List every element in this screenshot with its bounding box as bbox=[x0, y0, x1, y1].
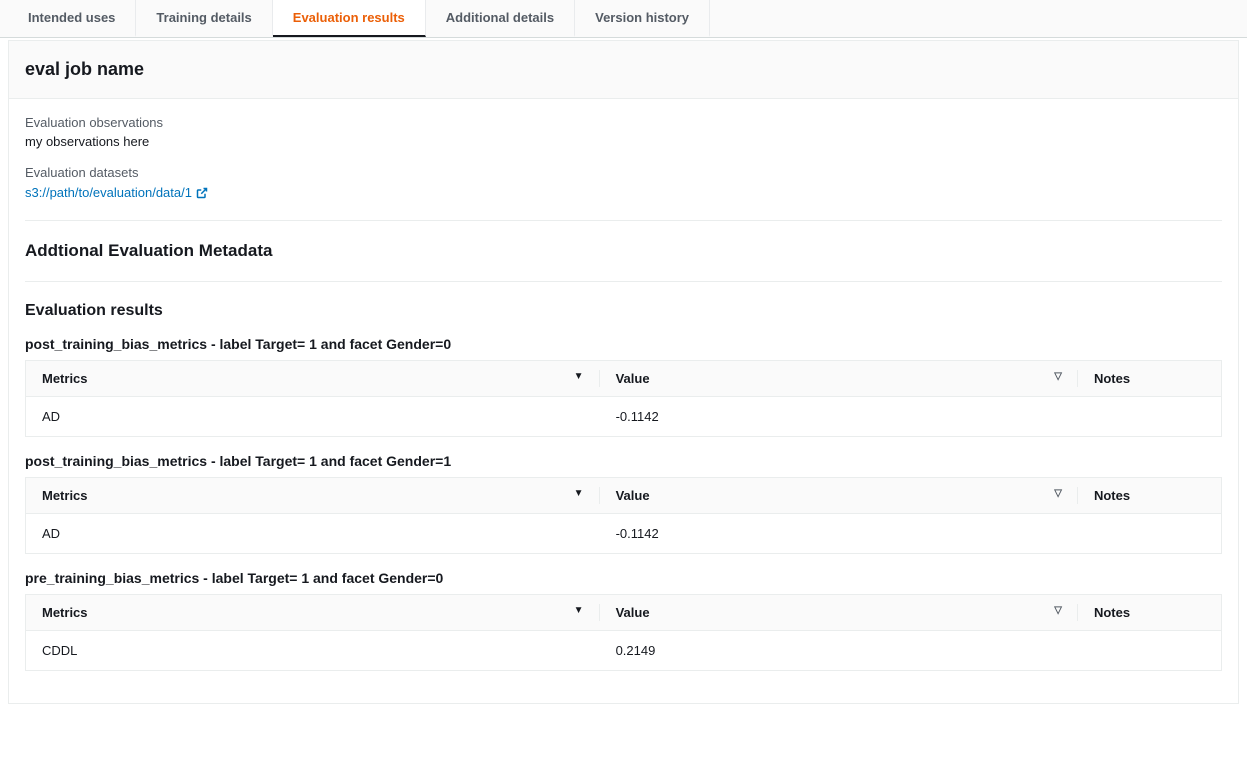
datasets-link-text: s3://path/to/evaluation/data/1 bbox=[25, 185, 192, 200]
col-header-value-label: Value bbox=[616, 371, 650, 386]
table-header-row: Metrics ▼ Value ▽ Notes bbox=[26, 361, 1222, 397]
results-table-1: Metrics ▼ Value ▽ Notes AD -0.1142 bbox=[25, 477, 1222, 554]
tabs: Intended uses Training details Evaluatio… bbox=[8, 0, 1247, 37]
col-header-notes-label: Notes bbox=[1094, 605, 1130, 620]
tab-training-details[interactable]: Training details bbox=[136, 0, 272, 37]
sort-desc-icon: ▼ bbox=[574, 371, 584, 382]
col-header-metrics-label: Metrics bbox=[42, 605, 88, 620]
observations-label: Evaluation observations bbox=[25, 115, 1222, 130]
sort-desc-icon: ▼ bbox=[574, 488, 584, 499]
sort-icon: ▽ bbox=[1054, 371, 1062, 382]
col-header-value[interactable]: Value ▽ bbox=[600, 595, 1078, 631]
divider bbox=[25, 281, 1222, 282]
external-link-icon bbox=[196, 187, 208, 199]
cell-value: -0.1142 bbox=[600, 397, 1078, 437]
observations-group: Evaluation observations my observations … bbox=[25, 115, 1222, 149]
table-title-2: pre_training_bias_metrics - label Target… bbox=[25, 570, 1222, 586]
col-header-metrics-label: Metrics bbox=[42, 371, 88, 386]
content-panel: eval job name Evaluation observations my… bbox=[8, 40, 1239, 704]
results-table-2: Metrics ▼ Value ▽ Notes CDDL 0.2149 bbox=[25, 594, 1222, 671]
tab-additional-details[interactable]: Additional details bbox=[426, 0, 575, 37]
table-header-row: Metrics ▼ Value ▽ Notes bbox=[26, 595, 1222, 631]
cell-notes bbox=[1078, 514, 1222, 554]
tabs-bar: Intended uses Training details Evaluatio… bbox=[0, 0, 1247, 38]
results-table-0: Metrics ▼ Value ▽ Notes AD -0.1142 bbox=[25, 360, 1222, 437]
col-header-metrics[interactable]: Metrics ▼ bbox=[26, 478, 600, 514]
table-title-1: post_training_bias_metrics - label Targe… bbox=[25, 453, 1222, 469]
sort-icon: ▽ bbox=[1054, 488, 1062, 499]
cell-value: 0.2149 bbox=[600, 631, 1078, 671]
sort-icon: ▽ bbox=[1054, 605, 1062, 616]
col-header-value-label: Value bbox=[616, 605, 650, 620]
table-row: CDDL 0.2149 bbox=[26, 631, 1222, 671]
divider bbox=[25, 220, 1222, 221]
cell-notes bbox=[1078, 631, 1222, 671]
cell-metric: AD bbox=[26, 397, 600, 437]
metadata-title: Addtional Evaluation Metadata bbox=[25, 241, 1222, 261]
col-header-notes[interactable]: Notes bbox=[1078, 478, 1222, 514]
tab-version-history[interactable]: Version history bbox=[575, 0, 710, 37]
table-title-0: post_training_bias_metrics - label Targe… bbox=[25, 336, 1222, 352]
results-title: Evaluation results bbox=[25, 302, 1222, 320]
table-row: AD -0.1142 bbox=[26, 397, 1222, 437]
datasets-label: Evaluation datasets bbox=[25, 165, 1222, 180]
table-row: AD -0.1142 bbox=[26, 514, 1222, 554]
col-header-notes[interactable]: Notes bbox=[1078, 361, 1222, 397]
col-header-notes-label: Notes bbox=[1094, 488, 1130, 503]
col-header-metrics[interactable]: Metrics ▼ bbox=[26, 595, 600, 631]
cell-notes bbox=[1078, 397, 1222, 437]
col-header-metrics-label: Metrics bbox=[42, 488, 88, 503]
datasets-group: Evaluation datasets s3://path/to/evaluat… bbox=[25, 165, 1222, 200]
col-header-value[interactable]: Value ▽ bbox=[600, 478, 1078, 514]
col-header-notes-label: Notes bbox=[1094, 371, 1130, 386]
col-header-value[interactable]: Value ▽ bbox=[600, 361, 1078, 397]
col-header-metrics[interactable]: Metrics ▼ bbox=[26, 361, 600, 397]
page-title: eval job name bbox=[9, 41, 1238, 99]
col-header-value-label: Value bbox=[616, 488, 650, 503]
table-header-row: Metrics ▼ Value ▽ Notes bbox=[26, 478, 1222, 514]
sort-desc-icon: ▼ bbox=[574, 605, 584, 616]
tab-evaluation-results[interactable]: Evaluation results bbox=[273, 0, 426, 37]
cell-metric: AD bbox=[26, 514, 600, 554]
cell-metric: CDDL bbox=[26, 631, 600, 671]
datasets-link[interactable]: s3://path/to/evaluation/data/1 bbox=[25, 185, 208, 200]
col-header-notes[interactable]: Notes bbox=[1078, 595, 1222, 631]
tab-intended-uses[interactable]: Intended uses bbox=[8, 0, 136, 37]
cell-value: -0.1142 bbox=[600, 514, 1078, 554]
section-body: Evaluation observations my observations … bbox=[9, 99, 1238, 703]
observations-value: my observations here bbox=[25, 134, 1222, 149]
